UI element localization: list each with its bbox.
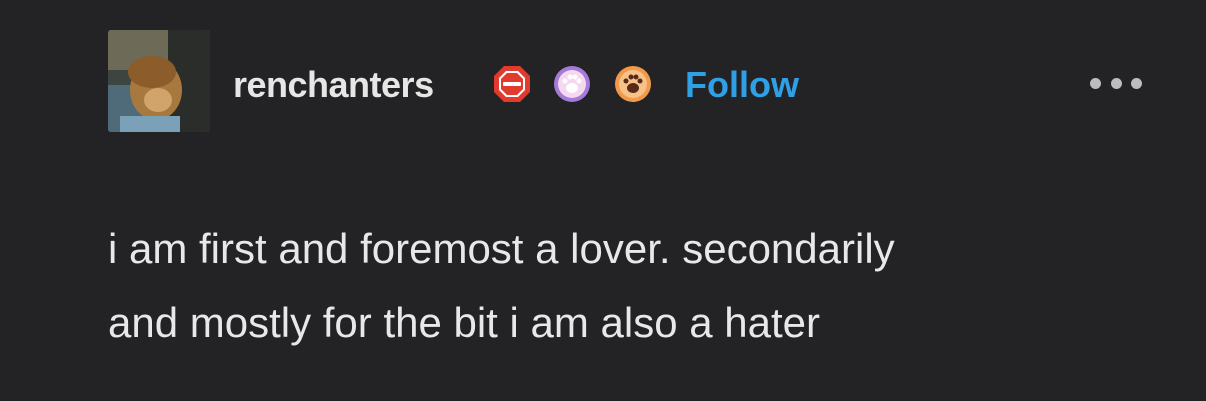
follow-button[interactable]: Follow — [685, 62, 799, 108]
purple-paw-badge-icon — [554, 66, 590, 102]
username[interactable]: renchanters — [233, 62, 434, 108]
avatar-image — [108, 30, 210, 132]
post-body: i am first and foremost a lover. seconda… — [108, 212, 1168, 360]
orange-paw-badge-icon — [615, 66, 651, 102]
dot — [1110, 77, 1122, 89]
dot — [1131, 77, 1142, 89]
avatar[interactable] — [108, 30, 210, 132]
more-options-icon[interactable] — [1090, 70, 1142, 96]
dot — [1090, 77, 1101, 89]
red-octagon-badge-icon — [494, 66, 530, 102]
post-body-line: and mostly for the bit i am also a hater — [108, 299, 821, 346]
post-card: renchanters Follow i am first and foremo… — [0, 0, 1206, 401]
post-body-line: i am first and foremost a lover. seconda… — [108, 225, 895, 272]
